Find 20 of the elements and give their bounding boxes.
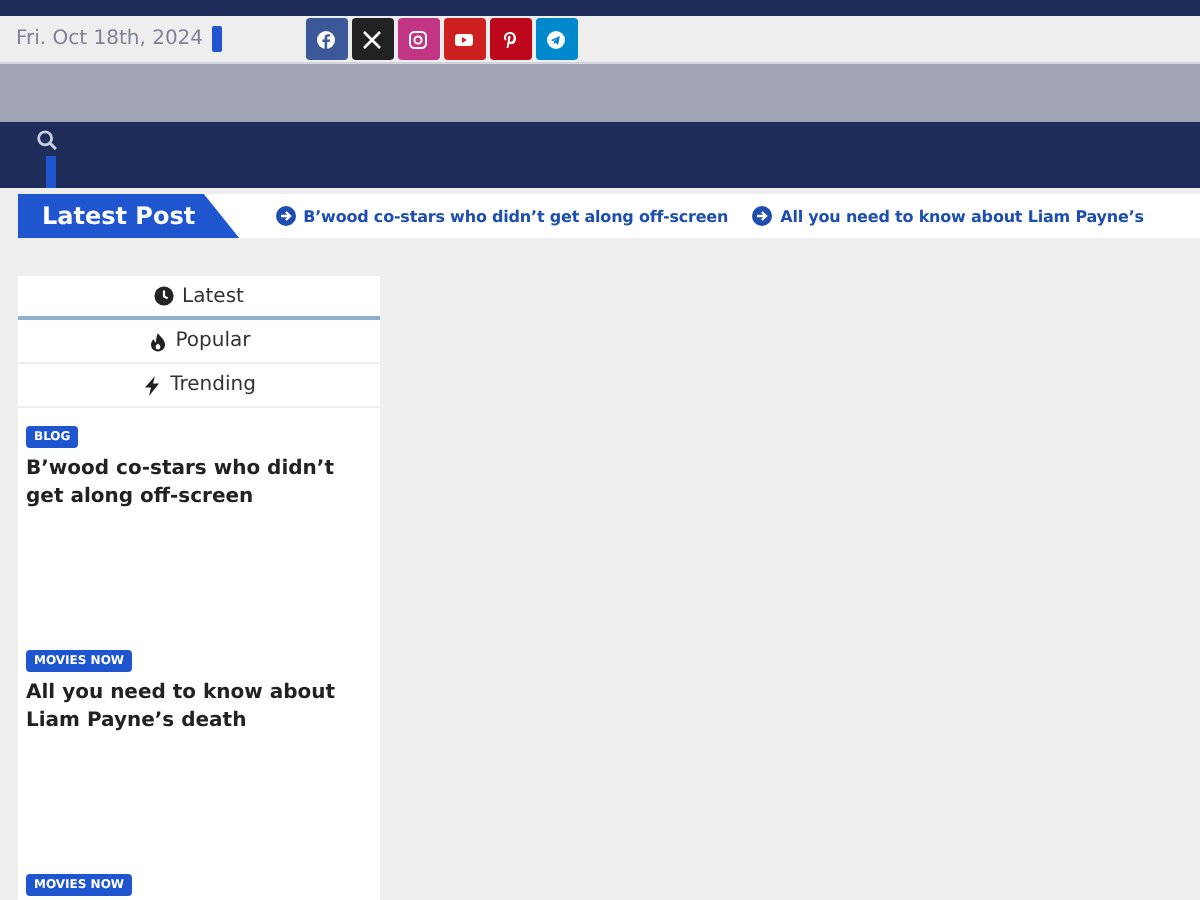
x-icon[interactable] (351, 18, 394, 60)
ticker-link[interactable]: B’wood co-stars who didn’t get along off-screen (303, 207, 729, 225)
search-icon[interactable] (36, 130, 58, 151)
pinterest-icon[interactable] (489, 18, 532, 60)
telegram-icon[interactable] (535, 18, 578, 60)
post-title[interactable]: All you need to know about Liam Payne’s death (26, 680, 372, 736)
facebook-icon[interactable] (305, 18, 348, 60)
bolt-icon (142, 375, 163, 395)
arrow-circle-icon (275, 206, 296, 226)
ticker-link[interactable]: All you need to know about Liam Payne’s (780, 207, 1144, 225)
accent-bar (211, 26, 222, 52)
date-text: Fri. Oct 18th, 2024 (16, 28, 204, 50)
fire-icon (147, 331, 168, 351)
instagram-icon[interactable] (397, 18, 440, 60)
clock-icon (154, 286, 175, 306)
accent-bar (46, 156, 56, 188)
ticker-label: Latest Post (18, 194, 240, 238)
youtube-icon[interactable] (443, 18, 486, 60)
post-title[interactable]: B’wood co-stars who didn’t get along off-screen (26, 456, 372, 512)
arrow-circle-icon (752, 206, 773, 226)
